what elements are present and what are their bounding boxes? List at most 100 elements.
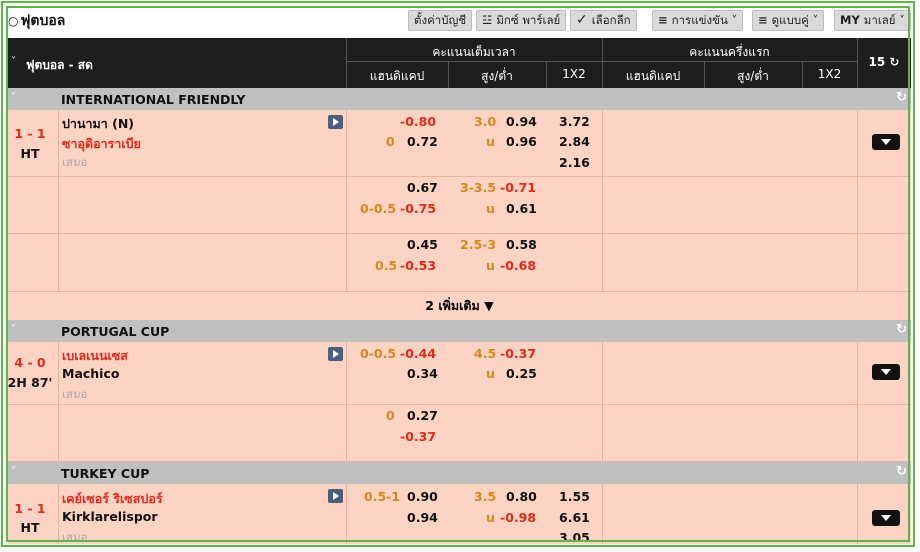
odds-value[interactable]: 0.67 bbox=[407, 180, 438, 195]
my-odds-icon: MY bbox=[840, 13, 860, 27]
ft-handicap-header: แฮนดิแคป bbox=[369, 69, 425, 83]
handicap-line: 0 bbox=[386, 134, 395, 149]
odds-value[interactable]: -0.37 bbox=[400, 429, 436, 444]
odds-value[interactable]: -0.98 bbox=[500, 510, 536, 525]
odds-value[interactable]: 0.34 bbox=[407, 366, 438, 381]
ou-line: 3.5 bbox=[474, 489, 497, 504]
odds-value[interactable]: 6.61 bbox=[559, 510, 590, 525]
odds-table-header: ˅ ฟุตบอล - สด คะแนนเต็มเวลา คะแนนครึ่งแร… bbox=[8, 38, 911, 88]
league-name: INTERNATIONAL FRIENDLY bbox=[61, 92, 246, 107]
odds-value[interactable]: 0.80 bbox=[506, 489, 537, 504]
odds-value[interactable]: 1.55 bbox=[559, 489, 590, 504]
odds-value[interactable]: 0.72 bbox=[407, 134, 438, 149]
select-league-button[interactable]: ✓ เลือกลีก bbox=[570, 10, 637, 31]
match-row: 0.45 0.5 -0.53 2.5-3 0.58 u -0.68 bbox=[8, 234, 911, 292]
ou-line: 2.5-3 bbox=[460, 237, 497, 252]
match-time: HT bbox=[20, 520, 40, 535]
match-score: 1 - 1 bbox=[14, 501, 46, 516]
full-time-header: คะแนนเต็มเวลา bbox=[432, 45, 516, 59]
parlay-icon: ☳ bbox=[482, 13, 493, 27]
odds-value[interactable]: 2.84 bbox=[559, 134, 590, 149]
odds-value[interactable]: 0.90 bbox=[407, 489, 438, 504]
match-row: 0.67 0-0.5 -0.75 3-3.5 -0.71 u 0.61 bbox=[8, 177, 911, 234]
odds-value[interactable]: -0.44 bbox=[400, 346, 436, 361]
match-score: 4 - 0 bbox=[14, 355, 46, 370]
chevron-down-icon[interactable]: ˅ bbox=[11, 56, 16, 67]
home-team: ปานามา (N) bbox=[62, 116, 135, 131]
odds-value[interactable]: -0.68 bbox=[500, 258, 536, 273]
fh-handicap-header: แฮนดิแคป bbox=[625, 69, 681, 83]
ft-ou-header: สูง/ต่ำ bbox=[481, 69, 513, 83]
odds-value[interactable]: 0.25 bbox=[506, 366, 537, 381]
live-stream-icon[interactable] bbox=[328, 115, 343, 129]
chevron-down-icon[interactable]: ˅ bbox=[11, 324, 16, 335]
odds-value[interactable]: -0.37 bbox=[500, 346, 536, 361]
chevron-down-icon: ˅ bbox=[899, 13, 905, 27]
odds-value[interactable]: 0.94 bbox=[506, 114, 537, 129]
match-time: HT bbox=[20, 146, 40, 161]
handicap-line: 0-0.5 bbox=[360, 201, 397, 216]
chevron-down-icon: ˅ bbox=[812, 13, 819, 27]
handicap-line: 0.5 bbox=[375, 258, 398, 273]
expand-dropdown-button[interactable] bbox=[872, 510, 900, 526]
mix-parlay-button[interactable]: ☳ มิกซ์ พาร์เลย์ bbox=[476, 10, 567, 31]
match-row: 1 - 1 HT ปานามา (N) ซาอุดิอาราเบีย เสมอ … bbox=[8, 110, 911, 177]
competition-dropdown[interactable]: ≡ การแข่งขัน ˅ bbox=[652, 10, 744, 31]
account-settings-button[interactable]: ตั้งค่าบัญชี bbox=[408, 10, 473, 31]
chevron-down-icon[interactable]: ˅ bbox=[11, 466, 16, 477]
odds-value[interactable]: 3.72 bbox=[559, 114, 590, 129]
show-more-button[interactable]: 2 เพิ่มเติม ▼ bbox=[8, 292, 911, 320]
odds-value[interactable]: 0.94 bbox=[407, 510, 438, 525]
draw-label: เสมอ bbox=[62, 155, 88, 169]
top-bar: ○ ฟุตบอล ตั้งค่าบัญชี ☳ มิกซ์ พาร์เลย์ ✓ เล… bbox=[4, 6, 914, 34]
home-team: เบเลเนนเซส bbox=[62, 348, 128, 363]
odds-value[interactable]: 2.16 bbox=[559, 155, 590, 170]
odds-value[interactable]: -0.71 bbox=[500, 180, 536, 195]
refresh-button[interactable]: 15 ↻ bbox=[857, 55, 911, 69]
home-team: เคย์เซอร์ ริเซสปอร์ bbox=[62, 491, 163, 506]
odds-value[interactable]: 0.58 bbox=[506, 237, 537, 252]
soccer-icon: ○ bbox=[8, 14, 19, 28]
odds-type-dropdown[interactable]: MY มาเลย์ ˅ bbox=[834, 10, 911, 31]
odds-value[interactable]: 0.96 bbox=[506, 134, 537, 149]
fh-ou-header: สูง/ต่ำ bbox=[737, 69, 769, 83]
chevron-down-icon: ˅ bbox=[731, 13, 738, 27]
league-name: PORTUGAL CUP bbox=[61, 324, 170, 339]
odds-value[interactable]: -0.53 bbox=[400, 258, 436, 273]
expand-dropdown-button[interactable] bbox=[872, 134, 900, 150]
handicap-line: 0-0.5 bbox=[360, 346, 397, 361]
under-label: u bbox=[486, 366, 495, 381]
chevron-down-icon[interactable]: ˅ bbox=[11, 92, 16, 103]
refresh-icon[interactable]: ↻ bbox=[896, 90, 907, 105]
ou-line: 3.0 bbox=[474, 114, 497, 129]
under-label: u bbox=[486, 201, 495, 216]
under-label: u bbox=[486, 134, 495, 149]
odds-value[interactable]: 0.61 bbox=[506, 201, 537, 216]
live-stream-icon[interactable] bbox=[328, 489, 343, 503]
league-name: TURKEY CUP bbox=[61, 466, 150, 481]
live-stream-icon[interactable] bbox=[328, 347, 343, 361]
list-icon: ≡ bbox=[658, 13, 668, 27]
away-team: ซาอุดิอาราเบีย bbox=[62, 136, 141, 151]
match-row: 4 - 0 2H 87' เบเลเนนเซส Machico เสมอ 0-0… bbox=[8, 342, 911, 405]
first-half-header: คะแนนครึ่งแรก bbox=[689, 45, 770, 59]
ft-1x2-header: 1X2 bbox=[562, 67, 586, 81]
ou-line: 4.5 bbox=[474, 346, 497, 361]
handicap-line: 0.5-1 bbox=[364, 489, 401, 504]
under-label: u bbox=[486, 258, 495, 273]
expand-dropdown-button[interactable] bbox=[872, 364, 900, 380]
refresh-icon[interactable]: ↻ bbox=[896, 464, 907, 479]
odds-value[interactable]: -0.80 bbox=[400, 114, 436, 129]
odds-value[interactable]: 0.45 bbox=[407, 237, 438, 252]
refresh-count: 15 bbox=[868, 55, 886, 69]
league-header[interactable]: ˅ INTERNATIONAL FRIENDLY ↻ bbox=[8, 88, 911, 110]
league-header[interactable]: ˅ TURKEY CUP ↻ bbox=[8, 462, 911, 484]
odds-value[interactable]: -0.75 bbox=[400, 201, 436, 216]
odds-value[interactable]: 3.05 bbox=[559, 530, 590, 545]
odds-value[interactable]: 0.27 bbox=[407, 408, 438, 423]
draw-label: เสมอ bbox=[62, 530, 88, 544]
league-header[interactable]: ˅ PORTUGAL CUP ↻ bbox=[8, 320, 911, 342]
view-mode-dropdown[interactable]: ≡ ดูแบบคู่ ˅ bbox=[752, 10, 825, 31]
refresh-icon[interactable]: ↻ bbox=[896, 322, 907, 337]
away-team: Machico bbox=[62, 366, 120, 381]
